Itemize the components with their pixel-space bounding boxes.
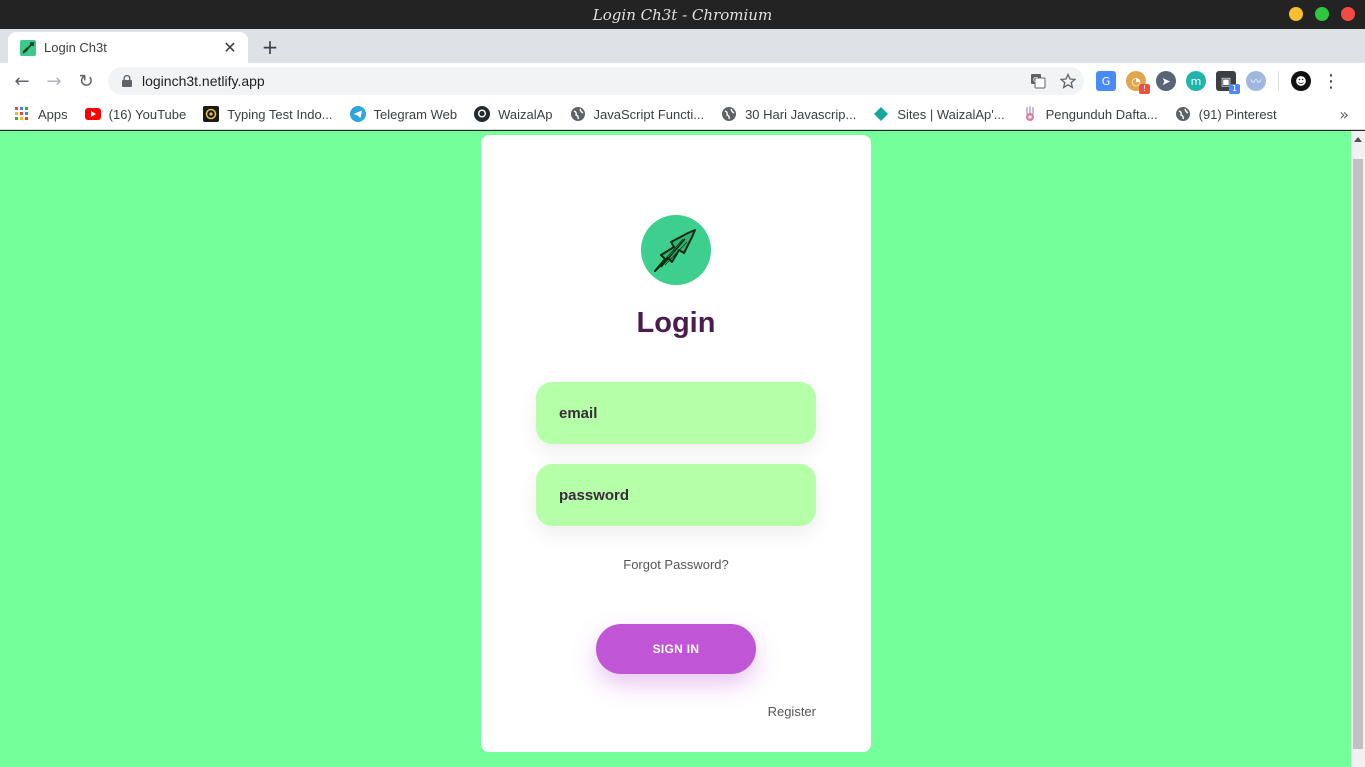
globe-icon <box>570 106 586 122</box>
wave-ext-icon[interactable]: 〰 <box>1246 71 1266 91</box>
bookmark-30-hari-javascript[interactable]: 30 Hari Javascrip... <box>721 99 856 130</box>
leaf-favicon-icon <box>20 39 36 56</box>
bookmark-label: Apps <box>38 106 68 122</box>
reload-button[interactable]: ↻ <box>74 69 98 93</box>
close-window-button[interactable] <box>1341 7 1355 21</box>
bookmark-pinterest[interactable]: (91) Pinterest <box>1175 99 1277 130</box>
window-controls <box>1289 7 1355 21</box>
new-tab-button[interactable]: + <box>260 35 280 59</box>
browser-toolbar: ← → ↻ loginch3t.netlify.app G G ◔! ➤ m ▣… <box>0 63 1365 99</box>
bookmarks-bar: Apps (16) YouTube Typing Test Indo... Te… <box>0 99 1365 130</box>
youtube-icon <box>84 106 101 122</box>
bookmark-label: 30 Hari Javascrip... <box>745 106 857 122</box>
translate-icon[interactable]: G <box>1030 73 1046 89</box>
password-placeholder: password <box>559 486 630 504</box>
close-tab-icon[interactable]: ✕ <box>222 38 238 57</box>
github-icon <box>474 106 491 122</box>
bookmark-label: Sites | WaizalAp'... <box>897 106 1005 122</box>
hand-icon <box>1022 106 1038 122</box>
more-bookmarks-button[interactable]: » <box>1339 105 1349 124</box>
lock-icon <box>122 75 132 87</box>
cube-ext-icon[interactable]: ▣ 1 <box>1216 71 1240 94</box>
bookmark-pengunduh-daftar[interactable]: Pengunduh Dafta... <box>1022 99 1158 130</box>
minimize-button[interactable] <box>1289 7 1303 21</box>
globe-icon <box>1175 106 1191 122</box>
bookmark-label: Telegram Web <box>373 106 458 122</box>
tab-title: Login Ch3t <box>44 40 107 55</box>
translate-ext-icon[interactable]: G <box>1096 71 1116 91</box>
owl-ext-icon[interactable]: ◔! <box>1126 71 1150 94</box>
scroll-up-arrow-icon[interactable] <box>1354 137 1362 142</box>
maximize-button[interactable] <box>1315 7 1329 21</box>
window-title: Login Ch3t - Chromium <box>592 5 773 24</box>
forgot-password-link[interactable]: Forgot Password? <box>481 557 871 572</box>
svg-text:G: G <box>1033 76 1038 84</box>
globe-icon <box>721 106 737 122</box>
email-field[interactable]: email <box>536 382 816 444</box>
forward-button[interactable]: → <box>42 69 66 93</box>
bookmark-label: JavaScript Functi... <box>593 106 705 122</box>
tab-login-ch3t[interactable]: Login Ch3t ✕ <box>8 32 248 63</box>
cursor-ext-icon[interactable]: ➤ <box>1156 71 1176 91</box>
apps-grid-icon <box>14 106 30 122</box>
sites-icon <box>873 106 889 122</box>
register-link[interactable]: Register <box>768 704 816 719</box>
rocket-leaf-logo-icon <box>641 215 711 285</box>
sign-in-button[interactable]: SIGN IN <box>596 624 756 674</box>
scrollbar-thumb[interactable] <box>1353 159 1363 749</box>
telegram-icon <box>349 106 366 122</box>
bookmark-typing-test[interactable]: Typing Test Indo... <box>203 99 333 130</box>
email-placeholder: email <box>559 404 598 422</box>
bookmark-star-icon[interactable] <box>1060 73 1076 89</box>
tab-strip: Login Ch3t ✕ + <box>0 29 1365 63</box>
window-titlebar: Login Ch3t - Chromium <box>0 0 1365 29</box>
url-text: loginch3t.netlify.app <box>142 73 265 89</box>
page-title: Login <box>636 307 716 339</box>
bookmark-javascript-functions[interactable]: JavaScript Functi... <box>570 99 705 130</box>
m-ext-icon[interactable]: m <box>1186 71 1206 91</box>
extensions-row: G ◔! ➤ m ▣ 1 〰 ☻ ⋮ <box>1096 71 1341 94</box>
bookmark-label: (91) Pinterest <box>1198 106 1277 122</box>
address-bar[interactable]: loginch3t.netlify.app G <box>108 67 1084 95</box>
omnibox-actions: G <box>1030 73 1076 89</box>
login-card: Login email password Forgot Password? SI… <box>481 135 871 752</box>
typing-test-icon <box>203 106 220 122</box>
bookmark-telegram[interactable]: Telegram Web <box>349 99 458 130</box>
bookmark-sites-waizalap[interactable]: Sites | WaizalAp'... <box>873 99 1005 130</box>
bookmark-youtube[interactable]: (16) YouTube <box>84 99 187 130</box>
toolbar-divider <box>1278 71 1279 91</box>
bookmark-apps[interactable]: Apps <box>14 99 68 130</box>
bookmark-label: Typing Test Indo... <box>227 106 333 122</box>
back-button[interactable]: ← <box>10 69 34 93</box>
password-field[interactable]: password <box>536 464 816 526</box>
page-content: Login email password Forgot Password? SI… <box>0 131 1351 767</box>
bookmark-label: WaizalAp <box>498 106 553 122</box>
browser-menu-button[interactable]: ⋮ <box>1321 71 1341 92</box>
profile-avatar-icon[interactable]: ☻ <box>1291 71 1311 91</box>
bookmark-label: (16) YouTube <box>108 106 187 122</box>
page-scrollbar[interactable] <box>1351 131 1365 767</box>
bookmark-label: Pengunduh Dafta... <box>1045 106 1158 122</box>
bookmark-waizalap-github[interactable]: WaizalAp <box>474 99 553 130</box>
